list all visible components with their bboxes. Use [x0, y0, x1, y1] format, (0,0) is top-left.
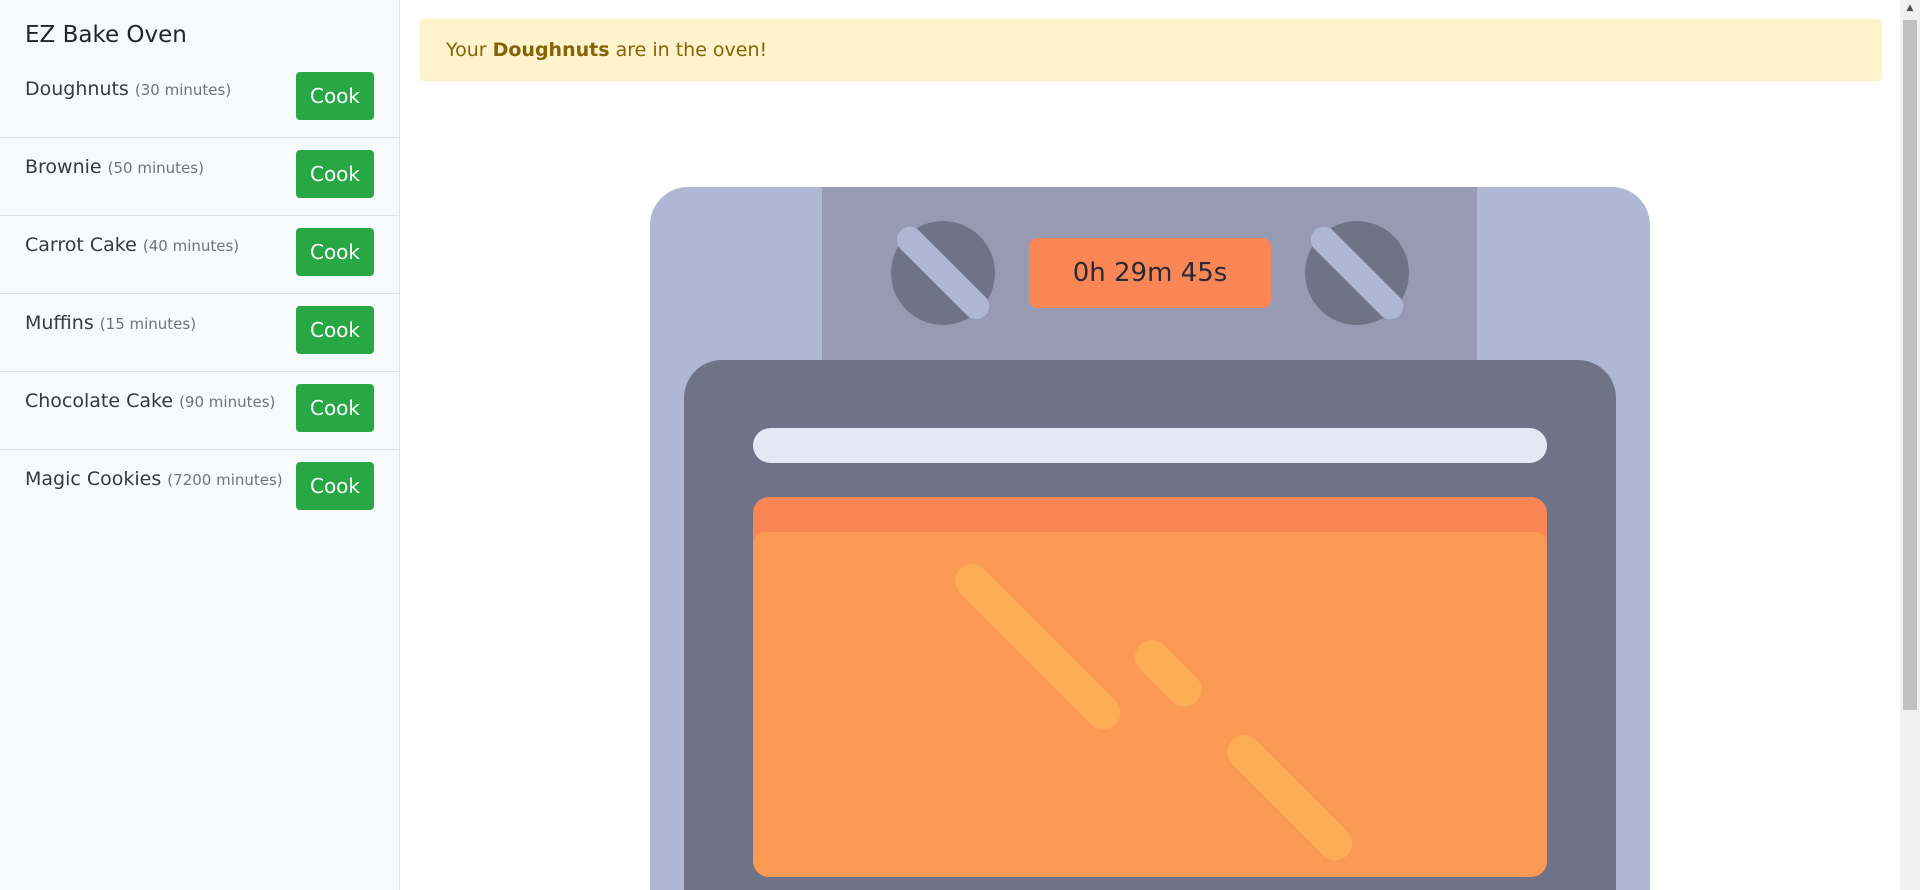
cook-button-carrot-cake[interactable]: Cook [296, 228, 374, 276]
oven-knob-icon [1305, 221, 1409, 325]
recipe-item-brownie: Brownie (50 minutes) Cook [0, 138, 399, 216]
recipe-item-magic-cookies: Magic Cookies (7200 minutes) Cook [0, 450, 399, 528]
recipe-text: Brownie (50 minutes) [25, 156, 204, 178]
recipe-name: Muffins [25, 312, 94, 334]
oven-window [753, 497, 1547, 877]
recipe-duration: (40 minutes) [142, 237, 240, 255]
recipe-duration: (15 minutes) [99, 315, 197, 333]
recipe-name: Carrot Cake [25, 234, 137, 256]
knob-indicator [1305, 221, 1409, 325]
recipe-name: Chocolate Cake [25, 390, 174, 412]
oven-handle [753, 428, 1547, 463]
cook-button-chocolate-cake[interactable]: Cook [296, 384, 374, 432]
status-alert: Your Doughnuts are in the oven! [420, 19, 1881, 81]
recipe-list: Doughnuts (30 minutes) Cook Brownie (50 … [0, 60, 399, 528]
cook-button-doughnuts[interactable]: Cook [296, 72, 374, 120]
alert-item: Doughnuts [492, 39, 610, 61]
page-scrollbar[interactable]: ▲ [1900, 0, 1920, 890]
cook-button-magic-cookies[interactable]: Cook [296, 462, 374, 510]
alert-prefix: Your [446, 39, 493, 61]
recipe-duration: (50 minutes) [107, 159, 204, 177]
scroll-up-icon[interactable]: ▲ [1900, 0, 1920, 17]
sidebar: EZ Bake Oven Doughnuts (30 minutes) Cook… [0, 0, 400, 890]
oven-timer: 0h 29m 45s [1029, 238, 1271, 308]
alert-suffix: are in the oven! [609, 39, 768, 61]
recipe-text: Magic Cookies (7200 minutes) [25, 468, 283, 490]
oven-window-glass [753, 532, 1547, 877]
cook-button-brownie[interactable]: Cook [296, 150, 374, 198]
recipe-name: Doughnuts [25, 78, 129, 100]
recipe-item-chocolate-cake: Chocolate Cake (90 minutes) Cook [0, 372, 399, 450]
recipe-text: Chocolate Cake (90 minutes) [25, 390, 275, 412]
cook-button-muffins[interactable]: Cook [296, 306, 374, 354]
recipe-name: Brownie [25, 156, 102, 178]
recipe-text: Muffins (15 minutes) [25, 312, 196, 334]
recipe-item-doughnuts: Doughnuts (30 minutes) Cook [0, 60, 399, 138]
recipe-item-muffins: Muffins (15 minutes) Cook [0, 294, 399, 372]
recipe-duration: (30 minutes) [134, 81, 232, 99]
recipe-item-carrot-cake: Carrot Cake (40 minutes) Cook [0, 216, 399, 294]
oven-knob-icon [891, 221, 995, 325]
recipe-text: Carrot Cake (40 minutes) [25, 234, 239, 256]
recipe-name: Magic Cookies [25, 468, 162, 490]
scrollbar-thumb[interactable] [1903, 20, 1917, 710]
knob-indicator [891, 221, 995, 325]
recipe-duration: (7200 minutes) [167, 471, 283, 489]
recipe-text: Doughnuts (30 minutes) [25, 78, 231, 100]
recipe-duration: (90 minutes) [179, 393, 276, 411]
